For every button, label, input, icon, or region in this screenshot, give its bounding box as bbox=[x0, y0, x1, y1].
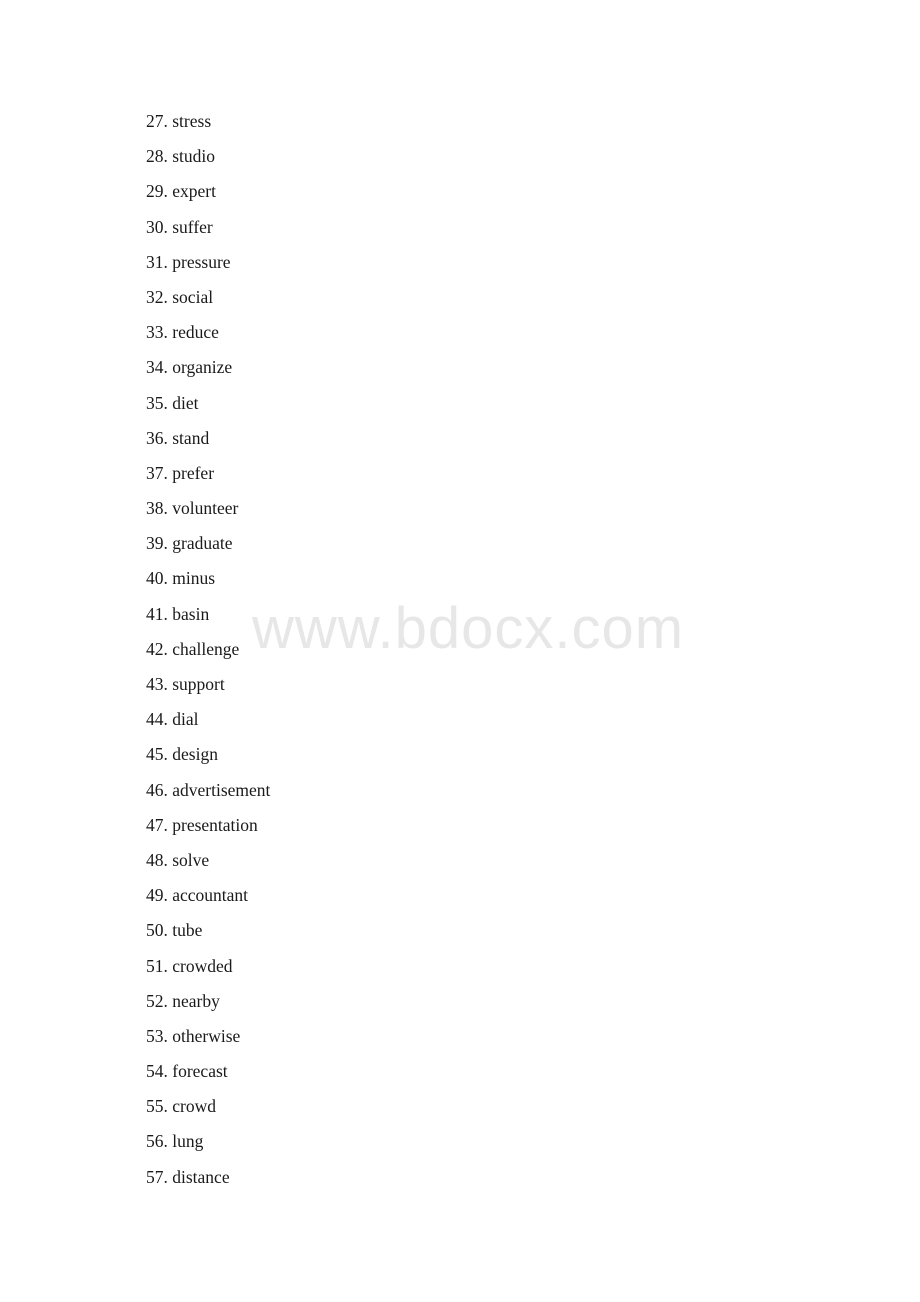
word-list-item: 41. basin bbox=[146, 597, 270, 632]
vocabulary-word-list: 27. stress 28. studio 29. expert 30. suffer… bbox=[146, 104, 270, 1195]
word-item-number: 35. bbox=[146, 392, 168, 413]
word-list-item: 31. pressure bbox=[146, 245, 270, 280]
word-item-number: 50. bbox=[146, 920, 168, 941]
word-item-number: 28. bbox=[146, 146, 168, 167]
word-list-item: 43. support bbox=[146, 667, 270, 702]
word-list-item: 29. expert bbox=[146, 174, 270, 209]
word-item-number: 27. bbox=[146, 111, 168, 131]
word-item-number: 39. bbox=[146, 533, 168, 554]
word-item-text: dial bbox=[172, 709, 199, 730]
word-item-text: pressure bbox=[172, 251, 231, 272]
word-item-number: 34. bbox=[146, 357, 168, 378]
word-list-item: 36. stand bbox=[146, 421, 270, 456]
word-list-item: 37. prefer bbox=[146, 456, 270, 491]
word-item-text: nearby bbox=[172, 990, 220, 1011]
word-item-text: lung bbox=[172, 1131, 204, 1152]
word-item-text: design bbox=[172, 744, 218, 765]
word-list-item: 52. nearby bbox=[146, 984, 270, 1019]
word-item-text: minus bbox=[172, 568, 216, 589]
word-item-number: 51. bbox=[146, 955, 168, 976]
word-item-text: diet bbox=[172, 392, 199, 413]
word-list-item: 32. social bbox=[146, 280, 270, 315]
word-item-text: crowded bbox=[172, 955, 233, 976]
word-list-item: 49. accountant bbox=[146, 878, 270, 913]
word-item-text: distance bbox=[172, 1166, 230, 1187]
word-list-item: 42. challenge bbox=[146, 632, 270, 667]
word-item-text: suffer bbox=[172, 216, 213, 237]
word-list-item: 53. otherwise bbox=[146, 1019, 270, 1054]
word-item-number: 29. bbox=[146, 181, 168, 202]
word-item-number: 57. bbox=[146, 1166, 168, 1187]
word-list-item: 35. diet bbox=[146, 386, 270, 421]
word-item-number: 38. bbox=[146, 498, 168, 519]
word-item-text: support bbox=[172, 674, 225, 694]
word-item-text: accountant bbox=[172, 885, 249, 906]
site-watermark: www.bdocx.com bbox=[252, 596, 685, 661]
word-list-item: 48. solve bbox=[146, 843, 270, 878]
document-page: www.bdocx.com 27. stress 28. studio 29. ex… bbox=[0, 0, 920, 1302]
word-item-number: 42. bbox=[146, 638, 168, 659]
word-item-text: reduce bbox=[172, 322, 219, 343]
word-list-item: 33. reduce bbox=[146, 315, 270, 350]
word-item-text: graduate bbox=[172, 533, 233, 554]
word-item-text: stand bbox=[172, 427, 210, 448]
word-item-text: presentation bbox=[172, 814, 258, 835]
word-item-text: challenge bbox=[172, 638, 240, 659]
word-list-item: 38. volunteer bbox=[146, 491, 270, 526]
word-item-number: 49. bbox=[146, 885, 168, 906]
word-list-item: 30. suffer bbox=[146, 210, 270, 245]
word-item-number: 31. bbox=[146, 251, 168, 272]
word-item-text: crowd bbox=[172, 1096, 216, 1117]
word-item-text: tube bbox=[172, 920, 203, 941]
word-list-item: 28. studio bbox=[146, 139, 270, 174]
word-list-item: 34. organize bbox=[146, 350, 270, 385]
word-item-number: 46. bbox=[146, 779, 168, 800]
word-item-number: 36. bbox=[146, 427, 168, 448]
word-item-text: otherwise bbox=[172, 1025, 241, 1046]
word-item-text: organize bbox=[172, 357, 233, 378]
word-item-text: stress bbox=[172, 111, 212, 131]
word-list-item: 45. design bbox=[146, 737, 270, 772]
word-item-number: 44. bbox=[146, 709, 168, 730]
word-list-item: 44. dial bbox=[146, 702, 270, 737]
word-item-number: 53. bbox=[146, 1025, 168, 1046]
word-item-number: 56. bbox=[146, 1131, 168, 1152]
word-list-item: 27. stress bbox=[146, 104, 270, 139]
word-item-number: 52. bbox=[146, 990, 168, 1011]
word-item-number: 30. bbox=[146, 216, 168, 237]
word-list-item: 56. lung bbox=[146, 1124, 270, 1159]
word-item-text: expert bbox=[172, 181, 216, 202]
word-list-item: 39. graduate bbox=[146, 526, 270, 561]
word-list-item: 57. distance bbox=[146, 1160, 270, 1195]
word-item-number: 45. bbox=[146, 744, 168, 765]
word-item-text: solve bbox=[172, 849, 210, 870]
word-list-item: 47. presentation bbox=[146, 808, 270, 843]
word-item-text: studio bbox=[172, 146, 216, 167]
word-item-number: 32. bbox=[146, 286, 168, 307]
word-item-text: prefer bbox=[172, 462, 215, 483]
word-item-text: social bbox=[172, 286, 214, 307]
word-item-number: 48. bbox=[146, 849, 168, 870]
word-list-item: 54. forecast bbox=[146, 1054, 270, 1089]
word-list-item: 40. minus bbox=[146, 561, 270, 596]
word-list-item: 55. crowd bbox=[146, 1089, 270, 1124]
word-item-text: basin bbox=[172, 603, 210, 624]
word-item-number: 54. bbox=[146, 1061, 168, 1082]
word-item-number: 41. bbox=[146, 603, 168, 624]
word-item-text: forecast bbox=[172, 1061, 228, 1082]
word-item-number: 40. bbox=[146, 568, 168, 589]
word-item-number: 55. bbox=[146, 1096, 168, 1117]
word-item-text: advertisement bbox=[172, 779, 271, 800]
word-item-number: 37. bbox=[146, 462, 168, 483]
word-list-item: 50. tube bbox=[146, 913, 270, 948]
word-item-number: 33. bbox=[146, 322, 168, 343]
word-item-text: volunteer bbox=[172, 498, 239, 519]
word-item-number: 47. bbox=[146, 814, 168, 835]
word-list-item: 46. advertisement bbox=[146, 773, 270, 808]
word-list-item: 51. crowded bbox=[146, 949, 270, 984]
word-item-number: 43. bbox=[146, 674, 168, 694]
